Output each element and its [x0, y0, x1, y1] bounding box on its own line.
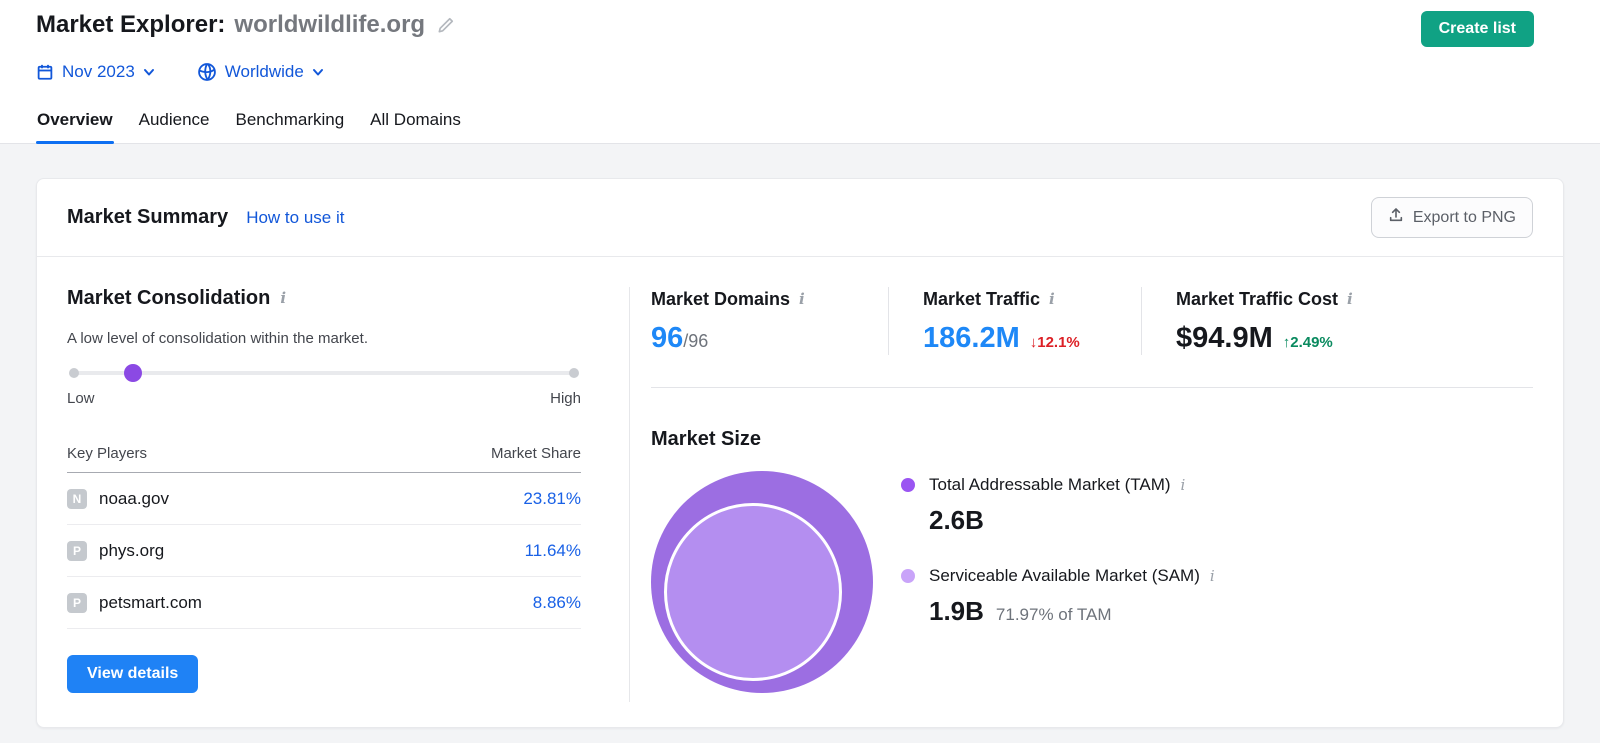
stat-suffix: /96	[683, 331, 709, 351]
tab-bar: Overview Audience Benchmarking All Domai…	[0, 104, 1600, 144]
slider-low-label: Low	[67, 390, 95, 407]
stat-value: 186.2M	[923, 322, 1020, 354]
tab-benchmarking[interactable]: Benchmarking	[235, 104, 346, 143]
slider-high-label: High	[550, 390, 581, 407]
market-share-value[interactable]: 23.81%	[523, 489, 581, 509]
card-header: Market Summary How to use it Export to P…	[37, 179, 1563, 257]
stat-label: Market Traffic	[923, 289, 1041, 309]
column-header-market-share: Market Share	[490, 445, 581, 462]
domain-favicon: P	[67, 592, 87, 613]
key-players-table: Key Players Market Share N noaa.gov 23.8…	[67, 445, 581, 629]
edit-pencil-icon[interactable]	[436, 15, 456, 35]
consolidation-slider[interactable]	[67, 364, 581, 382]
market-size-title-text: Market Size	[651, 428, 762, 450]
date-filter[interactable]: Nov 2023	[36, 62, 155, 82]
stat-label: Market Domains	[651, 289, 791, 309]
upload-icon	[1388, 207, 1404, 228]
domain-name: petsmart.com	[99, 592, 202, 612]
consolidation-title-text: Market Consolidation	[67, 287, 271, 309]
slider-max-dot	[569, 368, 579, 378]
table-row[interactable]: P phys.org 11.64%	[67, 525, 581, 577]
export-label: Export to PNG	[1412, 208, 1516, 226]
market-size-section: Total Addressable Market (TAM) i 2.6B Se…	[651, 467, 1533, 702]
sam-share-of-tam: 71.97% of TAM	[995, 605, 1112, 624]
stat-value: 96	[651, 322, 684, 354]
tab-audience[interactable]: Audience	[138, 104, 211, 143]
export-to-png-button[interactable]: Export to PNG	[1370, 197, 1533, 238]
stat-market-domains: Market Domains i 96 /96	[651, 287, 888, 355]
date-filter-value: Nov 2023	[62, 62, 135, 81]
trend-badge: ↓12.1%	[1030, 334, 1080, 351]
market-size-bubble-chart	[651, 467, 886, 702]
chevron-down-icon	[312, 66, 324, 78]
slider-thumb[interactable]	[123, 364, 142, 382]
globe-icon	[197, 62, 217, 82]
domain-favicon: P	[67, 540, 87, 561]
page-title-domain: worldwildlife.org	[234, 11, 426, 38]
tam-legend-dot	[901, 478, 915, 492]
stat-label: Market Traffic Cost	[1176, 289, 1339, 309]
stat-value: $94.9M	[1176, 322, 1273, 354]
market-share-value[interactable]: 8.86%	[533, 593, 581, 613]
horizontal-divider	[651, 387, 1533, 388]
tab-overview[interactable]: Overview	[36, 104, 114, 144]
create-list-button[interactable]: Create list	[1420, 11, 1534, 47]
table-row[interactable]: P petsmart.com 8.86%	[67, 577, 581, 629]
info-icon[interactable]: i	[1049, 292, 1055, 307]
tab-all-domains[interactable]: All Domains	[369, 104, 462, 143]
info-icon[interactable]: i	[1210, 568, 1215, 584]
info-icon[interactable]: i	[1347, 292, 1353, 307]
sam-legend-item: Serviceable Available Market (SAM) i	[901, 566, 1215, 586]
chevron-down-icon	[143, 66, 155, 78]
view-details-button[interactable]: View details	[67, 655, 199, 693]
how-to-use-link[interactable]: How to use it	[246, 208, 344, 228]
consolidation-description: A low level of consolidation within the …	[67, 330, 368, 347]
market-size-legend: Total Addressable Market (TAM) i 2.6B Se…	[901, 467, 1215, 702]
slider-min-dot	[69, 368, 79, 378]
page-title-prefix: Market Explorer:	[36, 11, 226, 38]
sam-value: 1.9B	[929, 596, 984, 626]
filters-row: Nov 2023 Worldwide	[0, 47, 1600, 82]
table-row[interactable]: N noaa.gov 23.81%	[67, 473, 581, 525]
calendar-icon	[36, 63, 54, 81]
region-filter[interactable]: Worldwide	[197, 62, 324, 82]
consolidation-title: Market Consolidation i	[67, 287, 581, 310]
column-header-key-players: Key Players	[67, 445, 148, 462]
slider-track	[70, 371, 578, 375]
page-header: Market Explorer: worldwildlife.org Creat…	[0, 0, 1600, 144]
market-summary-card: Market Summary How to use it Export to P…	[36, 178, 1564, 728]
trend-value: 2.49%	[1290, 334, 1333, 351]
domain-favicon: N	[67, 488, 87, 509]
page-title: Market Explorer: worldwildlife.org	[36, 11, 456, 39]
domain-name: noaa.gov	[99, 488, 169, 508]
page-content: Market Summary How to use it Export to P…	[0, 144, 1600, 728]
info-icon[interactable]: i	[280, 291, 286, 306]
domain-name: phys.org	[99, 540, 165, 560]
market-size-title: Market Size	[651, 428, 1533, 451]
tam-label: Total Addressable Market (TAM)	[929, 475, 1171, 494]
vertical-divider	[629, 287, 630, 702]
market-share-value[interactable]: 11.64%	[525, 541, 581, 561]
trend-value: 12.1%	[1037, 334, 1080, 351]
sam-legend-dot	[901, 569, 915, 583]
stat-market-traffic: Market Traffic i 186.2M ↓12.1%	[888, 287, 1141, 355]
market-consolidation-section: Market Consolidation i A low level of co…	[67, 287, 581, 702]
tam-legend-item: Total Addressable Market (TAM) i	[901, 475, 1215, 495]
region-filter-value: Worldwide	[224, 62, 304, 81]
sam-label: Serviceable Available Market (SAM)	[929, 566, 1200, 585]
sam-circle[interactable]	[664, 503, 842, 681]
trend-badge: ↑2.49%	[1283, 334, 1333, 351]
market-stats-row: Market Domains i 96 /96 Market Traffic i	[651, 287, 1533, 355]
card-title: Market Summary	[67, 206, 229, 228]
info-icon[interactable]: i	[1181, 477, 1186, 493]
info-icon[interactable]: i	[799, 292, 805, 307]
stat-market-traffic-cost: Market Traffic Cost i $94.9M ↑2.49%	[1141, 287, 1353, 355]
tam-value: 2.6B	[929, 505, 984, 535]
